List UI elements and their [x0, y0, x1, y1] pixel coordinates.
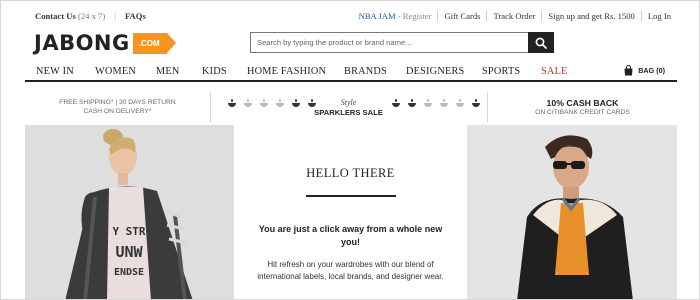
- bag-button[interactable]: BAG (0): [623, 65, 665, 76]
- contact-hours: (24 x 7): [77, 11, 106, 21]
- woman-model-image[interactable]: Y STR UNW ENDSE: [25, 125, 234, 299]
- woman-model-illustration: Y STR UNW ENDSE: [25, 125, 234, 299]
- diya-icon: [455, 99, 465, 109]
- svg-text:Y STR: Y STR: [112, 225, 145, 238]
- cashback-promo[interactable]: 10% CASH BACK ON CITIBANK CREDIT CARDS: [488, 90, 677, 124]
- search-button[interactable]: [528, 32, 554, 53]
- sparklers-style: Style: [340, 97, 357, 107]
- man-model-image[interactable]: [467, 125, 677, 299]
- register-label: - Register: [397, 11, 432, 21]
- man-model-illustration: [467, 125, 677, 299]
- diya-icon: [259, 99, 269, 109]
- diya-icon: [227, 99, 237, 109]
- diya-icon: [243, 99, 253, 109]
- main-nav: NEW IN WOMEN MEN KIDS HOME FASHION BRAND…: [25, 64, 677, 82]
- logo-wordmark: JABONG: [34, 31, 130, 55]
- nba-jam-register-link[interactable]: NBA JAM - Register: [353, 11, 438, 21]
- gift-cards-link[interactable]: Gift Cards: [437, 11, 486, 21]
- diya-icon: [291, 99, 301, 109]
- hero-body: Hit refresh on your wardrobes with our b…: [257, 260, 444, 281]
- faqs-link[interactable]: FAQs: [125, 11, 146, 21]
- logo-tag: .COM: [132, 32, 176, 54]
- svg-text:ENDSE: ENDSE: [114, 267, 144, 278]
- signup-link[interactable]: Sign up and get Rs. 1500: [541, 11, 640, 21]
- shopping-bag-icon: [624, 65, 633, 76]
- nav-new-in[interactable]: NEW IN: [36, 66, 74, 77]
- hero-heading: HELLO THERE: [306, 166, 395, 180]
- cashback-subtitle: ON CITIBANK CREDIT CARDS: [535, 109, 630, 116]
- hero-lead: You are just a click away from a whole n…: [258, 224, 443, 247]
- search-bar: [250, 32, 554, 53]
- nav-women[interactable]: WOMEN: [95, 66, 136, 77]
- page: Contact Us (24 x 7) | FAQs NBA JAM - Reg…: [0, 0, 700, 300]
- contact-us-link[interactable]: Contact Us (24 x 7): [35, 11, 105, 21]
- cashback-title: 10% CASH BACK: [546, 98, 619, 108]
- nba-jam-label: NBA JAM: [358, 11, 396, 21]
- account-links: NBA JAM - Register Gift Cards Track Orde…: [353, 11, 677, 21]
- nav-designers[interactable]: DESIGNERS: [406, 66, 464, 77]
- search-input[interactable]: [250, 32, 528, 53]
- login-link[interactable]: Log In: [640, 11, 677, 21]
- diya-icon: [307, 99, 317, 109]
- nav-home-fashion[interactable]: HOME FASHION: [247, 66, 326, 77]
- contact-us-label: Contact Us: [35, 11, 76, 21]
- bag-label: BAG (0): [638, 66, 665, 75]
- diya-icon: [407, 99, 417, 109]
- hero-message: HELLO THERE You are just a click away fr…: [234, 125, 467, 299]
- nav-brands[interactable]: BRANDS: [344, 66, 387, 77]
- heading-underline: [306, 195, 396, 197]
- top-utility-bar: Contact Us (24 x 7) | FAQs NBA JAM - Reg…: [1, 1, 699, 31]
- shipping-line1: FREE SHIPPING* | 30 DAYS RETURN: [59, 99, 176, 106]
- help-links: Contact Us (24 x 7) | FAQs: [35, 11, 146, 21]
- diya-icon: [423, 99, 433, 109]
- nav-kids[interactable]: KIDS: [202, 66, 227, 77]
- svg-text:UNW: UNW: [115, 243, 143, 261]
- separator: |: [114, 11, 116, 21]
- track-order-link[interactable]: Track Order: [486, 11, 541, 21]
- hero-banner: Y STR UNW ENDSE HELLO THERE You are just…: [25, 125, 677, 299]
- shipping-promo[interactable]: FREE SHIPPING* | 30 DAYS RETURN CASH ON …: [25, 90, 210, 124]
- diya-icon: [275, 99, 285, 109]
- jabong-logo[interactable]: JABONG .COM: [34, 29, 176, 57]
- nav-sale[interactable]: SALE: [541, 66, 568, 77]
- sparklers-sale-banner[interactable]: Style SPARKLERS SALE: [211, 90, 486, 124]
- sparklers-title: Style SPARKLERS SALE: [314, 98, 383, 117]
- diya-icon: [439, 99, 449, 109]
- search-icon: [535, 37, 547, 49]
- nav-men[interactable]: MEN: [156, 66, 179, 77]
- diya-icon: [391, 99, 401, 109]
- shipping-line2: CASH ON DELIVERY*: [83, 108, 152, 115]
- diya-row-left: [227, 99, 317, 109]
- sparklers-heading: SPARKLERS SALE: [314, 107, 383, 117]
- diya-icon: [471, 99, 481, 109]
- promo-strip: FREE SHIPPING* | 30 DAYS RETURN CASH ON …: [25, 90, 677, 124]
- diya-row-right: [391, 99, 481, 109]
- nav-sports[interactable]: SPORTS: [482, 66, 520, 77]
